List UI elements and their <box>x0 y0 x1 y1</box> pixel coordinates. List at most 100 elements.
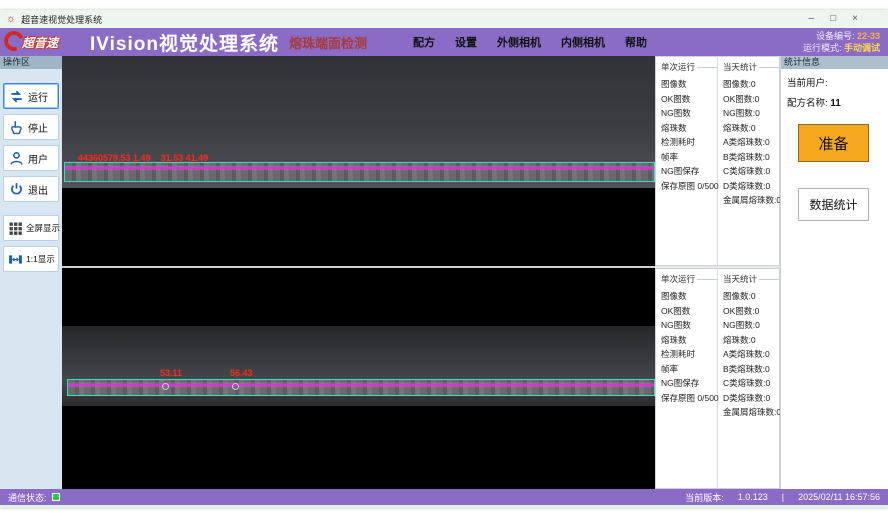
stat-row: 图像数 <box>661 77 717 92</box>
menu-help[interactable]: 帮助 <box>625 34 647 50</box>
stat-row: OK图数 <box>661 304 717 319</box>
detection-rect-overlay <box>64 162 655 182</box>
inner-camera-viewport[interactable]: 53.11 56.43 <box>62 268 655 489</box>
stat-row: 保存原图 0/500 <box>661 179 717 194</box>
run-arrows-icon <box>8 88 25 105</box>
stat-row: D类熔珠数:0 <box>723 391 779 406</box>
menu-inner-camera[interactable]: 内侧相机 <box>561 34 605 50</box>
exit-button-label: 退出 <box>28 182 48 197</box>
close-button[interactable]: × <box>852 10 858 28</box>
one-to-one-button[interactable]: 1:1显示 <box>3 246 59 272</box>
stat-row: 图像数:0 <box>723 289 779 304</box>
prepare-button[interactable]: 准备 <box>798 124 869 162</box>
data-statistics-button[interactable]: 数据统计 <box>798 188 869 221</box>
menu-settings[interactable]: 设置 <box>455 34 477 50</box>
operation-sidebar: 操作区 运行 停止 <box>0 56 62 489</box>
menu-outer-camera[interactable]: 外侧相机 <box>497 34 541 50</box>
measurement-annotation: 53.11 <box>160 368 182 378</box>
stat-row: A类熔珠数:0 <box>723 135 779 150</box>
stat-row: NG图数 <box>661 318 717 333</box>
power-icon <box>8 181 25 198</box>
comm-status-label: 通信状态: <box>8 491 47 504</box>
viewport-column: 44360579.53 1.49 31.53 41.49 53.11 56.43 <box>62 56 655 489</box>
stat-row: 金属屑熔珠数:0 <box>723 193 779 208</box>
app-subtitle: 熔珠端面检测 <box>289 33 367 52</box>
run-button-label: 运行 <box>28 89 48 104</box>
fullscreen-button[interactable]: 全屏显示 <box>3 215 59 241</box>
measurement-annotation: 44360579.53 1.49 31.53 41.49 <box>78 153 208 163</box>
menu-recipe[interactable]: 配方 <box>413 34 435 50</box>
measurement-annotation: 56.43 <box>230 368 253 378</box>
recipe-name-row: 配方名称: 11 <box>781 95 888 109</box>
title-bar: ☼ 超音速视觉处理系统 – □ × <box>0 10 888 28</box>
info-panel-title: 统计信息 <box>781 56 888 69</box>
stat-row: A类熔珠数:0 <box>723 347 779 362</box>
device-info: 设备编号: 22-33 运行模式: 手动调试 <box>803 30 880 54</box>
app-logo-icon: ☼ <box>6 13 16 25</box>
defect-marker <box>162 383 169 390</box>
outer-camera-viewport[interactable]: 44360579.53 1.49 31.53 41.49 <box>62 56 655 266</box>
device-number-label: 设备编号: <box>816 31 855 41</box>
run-mode-value: 手动调试 <box>844 43 880 53</box>
app-header: 超音速 IVision视觉处理系统 熔珠端面检测 配方 设置 外侧相机 内侧相机… <box>0 28 888 56</box>
user-button-label: 用户 <box>28 151 48 166</box>
stat-row: C类熔珠数:0 <box>723 376 779 391</box>
stat-row: NG图数 <box>661 106 717 121</box>
stat-row: 金属屑熔珠数:0 <box>723 405 779 420</box>
recipe-name-value: 11 <box>830 98 841 109</box>
app-window: ☼ 超音速视觉处理系统 – □ × 超音速 IVision视觉处理系统 熔珠端面… <box>0 10 888 508</box>
stat-row: D类熔珠数:0 <box>723 179 779 194</box>
one-to-one-button-label: 1:1显示 <box>26 253 55 265</box>
stat-row: 图像数 <box>661 289 717 304</box>
current-user-row: 当前用户: <box>781 75 888 89</box>
comm-status-indicator <box>52 493 60 501</box>
fullscreen-button-label: 全屏显示 <box>26 222 60 234</box>
stat-row: NG图数:0 <box>723 106 779 121</box>
hand-click-icon <box>8 119 25 136</box>
bead-line-overlay <box>65 167 654 169</box>
window-bottom-edge <box>0 505 888 508</box>
daily-stats-header: 当天统计 <box>723 61 779 73</box>
stat-row: NG图保存 <box>661 376 717 391</box>
stat-row: 检测耗时 <box>661 135 717 150</box>
sidebar-title: 操作区 <box>0 56 62 69</box>
minimize-button[interactable]: – <box>809 10 815 28</box>
single-run-header: 单次运行 <box>661 273 717 285</box>
stat-row: OK图数:0 <box>723 92 779 107</box>
stat-row: 检测耗时 <box>661 347 717 362</box>
exit-button[interactable]: 退出 <box>3 176 59 202</box>
detection-rect-overlay <box>67 379 655 396</box>
user-button[interactable]: 用户 <box>3 145 59 171</box>
version-value: 1.0.123 <box>738 492 768 502</box>
daily-stats-header: 当天统计 <box>723 273 779 285</box>
run-button[interactable]: 运行 <box>3 83 59 109</box>
status-bar: 通信状态: 当前版本: 1.0.123 | 2025/02/11 16:57:5… <box>0 489 888 505</box>
stat-row: 帧率 <box>661 362 717 377</box>
bead-line-overlay <box>68 384 654 386</box>
stat-row: 保存原图 0/500 <box>661 391 717 406</box>
stat-row: 熔珠数:0 <box>723 121 779 136</box>
main-content: 操作区 运行 停止 <box>0 56 888 489</box>
stat-row: 图像数:0 <box>723 77 779 92</box>
stat-row: NG图保存 <box>661 164 717 179</box>
datetime-value: 2025/02/11 16:57:56 <box>798 492 880 502</box>
stat-row: C类熔珠数:0 <box>723 164 779 179</box>
stat-row: 帧率 <box>661 150 717 165</box>
app-title: IVision视觉处理系统 <box>90 29 279 56</box>
outer-stats-panel: 单次运行 图像数 OK图数 NG图数 熔珠数 检测耗时 帧率 NG图保存 保存原… <box>655 56 780 266</box>
stat-row: B类熔珠数:0 <box>723 362 779 377</box>
statistics-column: 单次运行 图像数 OK图数 NG图数 熔珠数 检测耗时 帧率 NG图保存 保存原… <box>655 56 780 489</box>
main-menu: 配方 设置 外侧相机 内侧相机 帮助 <box>413 34 647 50</box>
status-separator: | <box>782 492 784 502</box>
stop-button[interactable]: 停止 <box>3 114 59 140</box>
info-panel: 统计信息 当前用户: 配方名称: 11 准备 数据统计 <box>780 56 888 489</box>
stat-row: 熔珠数 <box>661 121 717 136</box>
device-number-value: 22-33 <box>857 31 880 41</box>
brand-logo-icon: 超音速 <box>0 28 56 56</box>
stat-row: OK图数 <box>661 92 717 107</box>
maximize-button[interactable]: □ <box>830 10 836 28</box>
inner-stats-panel: 单次运行 图像数 OK图数 NG图数 熔珠数 检测耗时 帧率 NG图保存 保存原… <box>655 268 780 489</box>
defect-marker <box>232 383 239 390</box>
one-to-one-icon <box>8 252 23 267</box>
stat-row: 熔珠数:0 <box>723 333 779 348</box>
